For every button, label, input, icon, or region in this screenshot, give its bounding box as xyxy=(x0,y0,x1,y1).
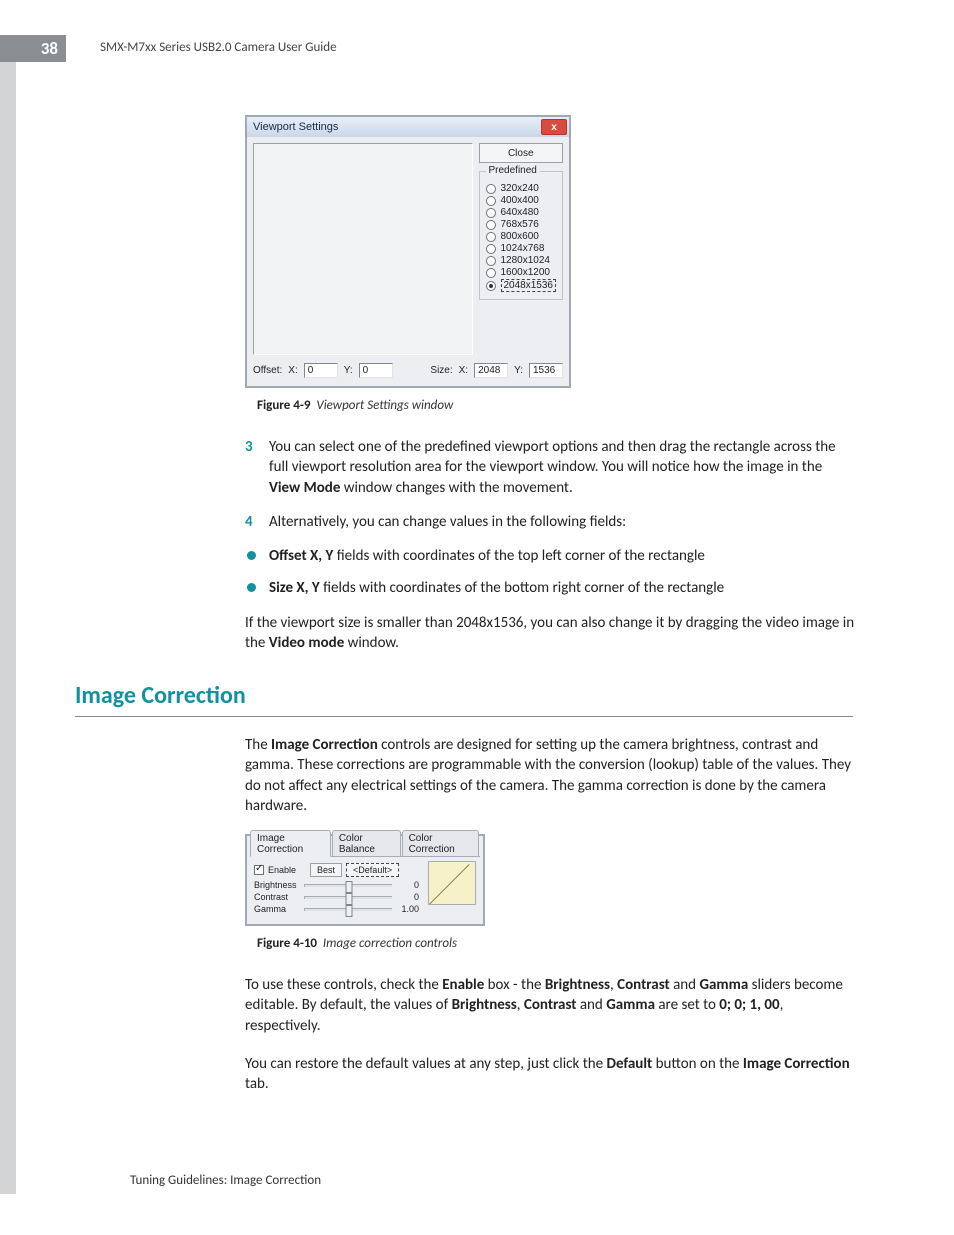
footer: Tuning Guidelines: Image Correction xyxy=(130,1173,321,1188)
page-number: 38 xyxy=(41,38,58,59)
slider-thumb-icon xyxy=(345,881,352,893)
viewport-settings-window: Viewport Settings x Close Predefined 320… xyxy=(245,115,571,388)
viewport-preview-area[interactable] xyxy=(253,143,473,355)
window-titlebar: Viewport Settings x xyxy=(247,117,569,137)
predefined-option-1600x1200[interactable]: 1600x1200 xyxy=(486,267,557,278)
slider-thumb-icon xyxy=(345,905,352,917)
predefined-option-800x600[interactable]: 800x600 xyxy=(486,231,557,242)
gamma-label: Gamma xyxy=(254,903,300,915)
size-y-label: Y: xyxy=(514,365,523,376)
side-accent xyxy=(0,44,16,1194)
offset-size-row: Offset: X: 0 Y: 0 Size: X: 2048 Y: 1536 xyxy=(247,359,569,386)
radio-icon xyxy=(486,220,496,230)
page: 38 SMX-M7xx Series USB2.0 Camera User Gu… xyxy=(0,0,954,1235)
contrast-label: Contrast xyxy=(254,891,300,903)
radio-icon xyxy=(486,281,496,291)
enable-instructions: To use these controls, check the Enable … xyxy=(245,975,855,1036)
step-3: 3 You can select one of the predefined v… xyxy=(245,437,855,498)
tab-strip: Image Correction Color Balance Color Cor… xyxy=(250,839,480,857)
predefined-option-400x400[interactable]: 400x400 xyxy=(486,195,557,206)
figure-image-correction: Image Correction Color Balance Color Cor… xyxy=(245,834,855,951)
contrast-value: 0 xyxy=(396,891,422,903)
contrast-row: Contrast 0 xyxy=(254,891,422,903)
bullet-size: Size X, Y fields with coordinates of the… xyxy=(245,578,855,598)
predefined-option-1280x1024[interactable]: 1280x1024 xyxy=(486,255,557,266)
figure-caption-2: Figure 4-10 Image correction controls xyxy=(257,936,855,951)
radio-icon xyxy=(486,268,496,278)
predefined-option-1024x768[interactable]: 1024x768 xyxy=(486,243,557,254)
figure-viewport-settings: Viewport Settings x Close Predefined 320… xyxy=(245,115,855,413)
predefined-option-768x576[interactable]: 768x576 xyxy=(486,219,557,230)
figure-caption: Figure 4-9 Viewport Settings window xyxy=(257,398,855,413)
offset-y-input[interactable]: 0 xyxy=(359,363,393,378)
image-correction-intro: The Image Correction controls are design… xyxy=(245,735,855,816)
radio-icon xyxy=(486,196,496,206)
predefined-groupbox: Predefined 320x240 400x400 640x480 768x5… xyxy=(479,171,564,300)
close-button[interactable]: Close xyxy=(479,143,564,163)
step-4: 4 Alternatively, you can change values i… xyxy=(245,512,855,532)
running-head: SMX-M7xx Series USB2.0 Camera User Guide xyxy=(100,40,337,55)
radio-icon xyxy=(486,232,496,242)
brightness-slider[interactable] xyxy=(304,884,392,887)
size-x-input[interactable]: 2048 xyxy=(474,363,508,378)
predefined-option-320x240[interactable]: 320x240 xyxy=(486,183,557,194)
correction-preview xyxy=(428,861,476,905)
window-title: Viewport Settings xyxy=(253,121,338,133)
tab-color-correction[interactable]: Color Correction xyxy=(402,830,479,856)
enable-label: Enable xyxy=(268,865,296,875)
contrast-slider[interactable] xyxy=(304,896,392,899)
radio-icon xyxy=(486,256,496,266)
numbered-steps: 3 You can select one of the predefined v… xyxy=(245,437,855,532)
section-heading-image-correction: Image Correction xyxy=(75,681,853,717)
predefined-option-640x480[interactable]: 640x480 xyxy=(486,207,557,218)
tab-image-correction[interactable]: Image Correction xyxy=(250,830,331,857)
predefined-option-2048x1536[interactable]: 2048x1536 xyxy=(486,279,557,292)
gamma-slider[interactable] xyxy=(304,908,392,911)
page-number-badge: 38 xyxy=(0,35,66,62)
size-y-input[interactable]: 1536 xyxy=(529,363,563,378)
radio-icon xyxy=(486,208,496,218)
size-x-label: X: xyxy=(459,365,468,376)
size-label: Size: xyxy=(430,365,452,376)
radio-icon xyxy=(486,184,496,194)
close-icon[interactable]: x xyxy=(541,119,567,135)
restore-defaults-paragraph: You can restore the default values at an… xyxy=(245,1054,855,1095)
gamma-row: Gamma 1.00 xyxy=(254,903,422,915)
brightness-value: 0 xyxy=(396,879,422,891)
brightness-label: Brightness xyxy=(254,879,300,891)
gamma-value: 1.00 xyxy=(396,903,422,915)
offset-x-input[interactable]: 0 xyxy=(304,363,338,378)
best-button[interactable]: Best xyxy=(310,863,342,877)
slider-thumb-icon xyxy=(345,893,352,905)
image-correction-panel: Image Correction Color Balance Color Cor… xyxy=(245,834,485,926)
offset-label: Offset: xyxy=(253,365,282,376)
offset-y-label: Y: xyxy=(344,365,353,376)
offset-x-label: X: xyxy=(288,365,297,376)
viewport-note-paragraph: If the viewport size is smaller than 204… xyxy=(245,613,855,654)
brightness-row: Brightness 0 xyxy=(254,879,422,891)
default-button[interactable]: <Default> xyxy=(346,863,399,877)
bullet-list: Offset X, Y fields with coordinates of t… xyxy=(245,546,855,599)
bullet-offset: Offset X, Y fields with coordinates of t… xyxy=(245,546,855,566)
tab-color-balance[interactable]: Color Balance xyxy=(332,830,401,856)
radio-icon xyxy=(486,244,496,254)
enable-checkbox[interactable] xyxy=(254,865,264,875)
predefined-label: Predefined xyxy=(486,165,540,176)
